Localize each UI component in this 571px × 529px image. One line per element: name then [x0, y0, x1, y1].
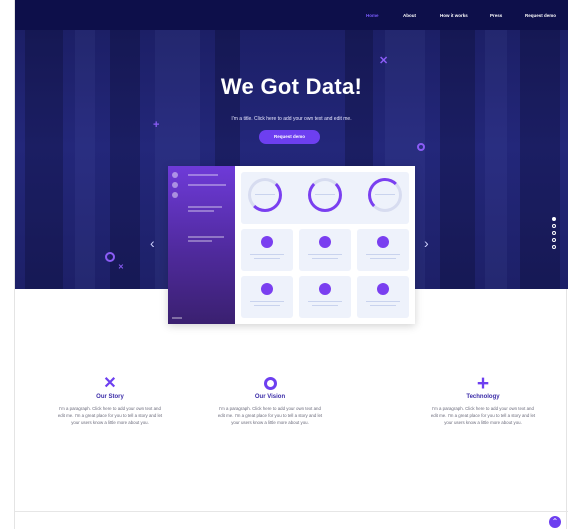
stat-dot — [377, 236, 389, 248]
sidebar-line — [188, 240, 212, 242]
stat-dot — [261, 236, 273, 248]
nav-item-about[interactable]: About — [403, 13, 416, 18]
footer-divider — [15, 511, 568, 512]
feature-text: I'm a paragraph. Click here to add your … — [430, 406, 536, 425]
slider-dots — [552, 217, 556, 252]
sidebar-icon — [172, 182, 178, 188]
nav-item-press[interactable]: Press — [490, 13, 502, 18]
hero-title: We Got Data! — [220, 74, 363, 99]
stat-line — [366, 301, 400, 303]
nav-item-how-it-works[interactable]: How it works — [440, 13, 468, 18]
nav-item-request-demo[interactable]: Request demo — [525, 13, 556, 18]
slider-dot[interactable] — [552, 245, 556, 249]
sidebar-line — [188, 184, 226, 186]
feature-title: Technology — [466, 394, 500, 400]
dashboard-mockup-image — [168, 166, 415, 324]
hero-subtitle: I'm a title. Click here to add your own … — [231, 116, 352, 122]
stat-dot — [261, 283, 273, 295]
sidebar-icon — [172, 192, 178, 198]
sidebar-line — [188, 174, 218, 176]
stat-line — [254, 258, 280, 260]
feature-our-vision: Our Vision I'm a paragraph. Click here t… — [215, 375, 325, 426]
stat-line — [308, 301, 342, 303]
sidebar-line — [172, 317, 182, 319]
feature-title: Our Vision — [254, 394, 286, 400]
x-mark-deco-icon: ✕ — [118, 264, 124, 271]
feature-text: I'm a paragraph. Click here to add your … — [57, 406, 163, 425]
sidebar-line — [188, 210, 214, 212]
page-frame: Home About How it works Press Request de… — [14, 0, 568, 529]
plus-icon: + — [476, 372, 490, 395]
x-mark-deco-icon: ✕ — [379, 55, 389, 67]
stat-line — [366, 254, 400, 256]
background-photo-strip — [440, 30, 475, 289]
stat-line — [312, 305, 338, 307]
circle-deco-icon — [105, 252, 115, 262]
stat-line — [308, 254, 342, 256]
ring-label-line — [315, 194, 335, 196]
stat-line — [254, 305, 280, 307]
sidebar-icon — [172, 172, 178, 178]
slider-prev-arrow[interactable]: ‹ — [150, 236, 155, 250]
mockup-sidebar — [168, 166, 235, 324]
background-photo-strip — [25, 30, 63, 289]
top-nav: Home About How it works Press Request de… — [15, 0, 568, 30]
request-demo-button[interactable]: Request demo — [259, 130, 320, 144]
stat-dot — [377, 283, 389, 295]
stat-dot — [319, 283, 331, 295]
stat-line — [370, 305, 396, 307]
background-photo-strip — [75, 30, 95, 289]
slider-dot[interactable] — [552, 224, 556, 228]
circle-deco-icon — [417, 143, 425, 151]
stat-line — [312, 258, 338, 260]
circle-icon — [215, 375, 325, 393]
feature-text: I'm a paragraph. Click here to add your … — [217, 406, 323, 425]
nav-item-home[interactable]: Home — [366, 13, 379, 18]
chevron-up-icon: ⌃ — [551, 517, 559, 526]
stat-line — [250, 254, 284, 256]
background-photo-strip — [110, 30, 140, 289]
feature-technology: + Technology I'm a paragraph. Click here… — [428, 372, 538, 426]
feature-title: Our Story — [96, 394, 124, 400]
sidebar-line — [188, 206, 222, 208]
ring-label-line — [375, 194, 395, 196]
feature-our-story: ✕ Our Story I'm a paragraph. Click here … — [55, 375, 165, 426]
stat-dot — [319, 236, 331, 248]
back-to-top-button[interactable]: ⌃ — [549, 516, 561, 528]
slider-dot[interactable] — [552, 231, 556, 235]
plus-deco-icon: + — [153, 119, 160, 131]
slider-dot[interactable] — [552, 217, 556, 221]
sidebar-line — [188, 236, 224, 238]
background-photo-strip — [485, 30, 507, 289]
ring-label-line — [255, 194, 275, 196]
stat-line — [370, 258, 396, 260]
slider-dot[interactable] — [552, 238, 556, 242]
slider-next-arrow[interactable]: › — [424, 236, 429, 250]
stat-line — [250, 301, 284, 303]
x-mark-icon: ✕ — [103, 375, 117, 392]
